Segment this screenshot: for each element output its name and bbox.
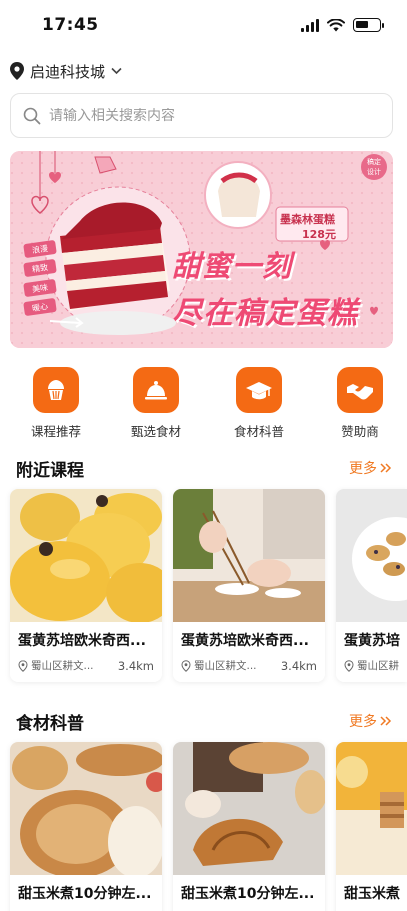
category-course-recommend[interactable]: 课程推荐 bbox=[11, 367, 101, 440]
graduation-cap-icon bbox=[236, 367, 282, 413]
location-pin-icon bbox=[181, 659, 191, 672]
course-title: 蛋黄苏培 bbox=[344, 633, 400, 649]
banner-subheadline: 尽在稿定蛋糕 bbox=[172, 296, 358, 331]
category-label: 课程推荐 bbox=[30, 424, 81, 439]
course-meta: 蜀山区耕文... 3.4km bbox=[173, 650, 325, 673]
double-chevron-right-icon bbox=[380, 463, 392, 473]
double-chevron-right-icon bbox=[380, 716, 392, 726]
ingredient-title: 甜玉米煮 bbox=[344, 886, 400, 902]
course-image bbox=[173, 489, 325, 622]
more-link-nearby[interactable]: 更多 bbox=[349, 458, 393, 478]
status-time: 17:45 bbox=[42, 15, 99, 35]
cellular-signal-icon bbox=[301, 18, 319, 32]
search-icon bbox=[23, 107, 41, 124]
wifi-icon bbox=[327, 18, 345, 31]
more-link-ingredients[interactable]: 更多 bbox=[349, 711, 393, 731]
cupcake-icon bbox=[33, 367, 79, 413]
status-bar: 17:45 bbox=[0, 0, 407, 52]
search-bar[interactable] bbox=[10, 93, 393, 138]
course-title: 蛋黄苏培欧米奇西... bbox=[181, 633, 309, 649]
more-label: 更多 bbox=[349, 714, 377, 730]
course-title: 蛋黄苏培欧米奇西... bbox=[18, 633, 146, 649]
price-product-name: 墨森林蛋糕 bbox=[280, 213, 335, 226]
ingredient-card[interactable]: 甜玉米煮 bbox=[336, 742, 407, 911]
location-pin-icon bbox=[344, 659, 354, 672]
cloche-icon bbox=[133, 367, 179, 413]
battery-icon bbox=[353, 18, 384, 32]
ingredient-image bbox=[10, 742, 162, 875]
ingredient-image bbox=[336, 742, 407, 875]
course-image bbox=[10, 489, 162, 622]
location-name: 启迪科技城 bbox=[30, 62, 106, 81]
category-ingredient-science[interactable]: 食材科普 bbox=[214, 367, 304, 440]
category-label: 食材科普 bbox=[233, 424, 284, 439]
ingredient-title: 甜玉米煮10分钟左... bbox=[181, 886, 315, 902]
course-card[interactable]: 蛋黄苏培欧米奇西... 蜀山区耕文... 3.4km bbox=[10, 489, 162, 682]
location-pin-icon bbox=[10, 62, 24, 80]
category-selected-ingredients[interactable]: 甄选食材 bbox=[111, 367, 201, 440]
course-address: 蜀山区耕文... bbox=[31, 660, 94, 672]
chevron-down-icon bbox=[111, 67, 122, 75]
location-selector[interactable]: 启迪科技城 bbox=[10, 60, 122, 82]
category-label: 赞助商 bbox=[341, 424, 379, 439]
price-value: 128元 bbox=[302, 228, 336, 241]
handshake-icon bbox=[337, 367, 383, 413]
course-card[interactable]: 蛋黄苏培欧米奇西... 蜀山区耕文... 3.4km bbox=[173, 489, 325, 682]
section-title-nearby: 附近课程 bbox=[16, 461, 84, 481]
ingredient-card[interactable]: 甜玉米煮10分钟左... bbox=[10, 742, 162, 911]
more-label: 更多 bbox=[349, 461, 377, 477]
course-card[interactable]: 蛋黄苏培 蜀山区耕文 bbox=[336, 489, 407, 682]
course-image bbox=[336, 489, 407, 622]
ingredient-image bbox=[173, 742, 325, 875]
course-meta: 蜀山区耕文 bbox=[336, 650, 407, 673]
section-title-ingredients: 食材科普 bbox=[16, 714, 84, 734]
banner-headline: 甜蜜一刻 bbox=[172, 249, 293, 283]
promo-banner[interactable]: 稿定设计 墨森林蛋糕 128元 甜蜜一刻 尽在稿定蛋糕 浪漫 精致 美味 暖心 bbox=[10, 151, 393, 348]
category-label: 甄选食材 bbox=[130, 424, 181, 439]
brand-badge: 稿定设计 bbox=[361, 154, 387, 180]
course-address: 蜀山区耕文 bbox=[357, 660, 399, 672]
system-icons bbox=[301, 18, 384, 32]
course-meta: 蜀山区耕文... 3.4km bbox=[10, 650, 162, 673]
ingredient-title: 甜玉米煮10分钟左... bbox=[18, 886, 152, 902]
ingredient-card[interactable]: 甜玉米煮10分钟左... bbox=[173, 742, 325, 911]
course-distance: 3.4km bbox=[117, 658, 154, 673]
course-distance: 3.4km bbox=[280, 658, 317, 673]
course-address: 蜀山区耕文... bbox=[194, 660, 257, 672]
search-input[interactable] bbox=[49, 107, 349, 124]
location-pin-icon bbox=[18, 659, 28, 672]
category-sponsors[interactable]: 赞助商 bbox=[315, 367, 405, 440]
